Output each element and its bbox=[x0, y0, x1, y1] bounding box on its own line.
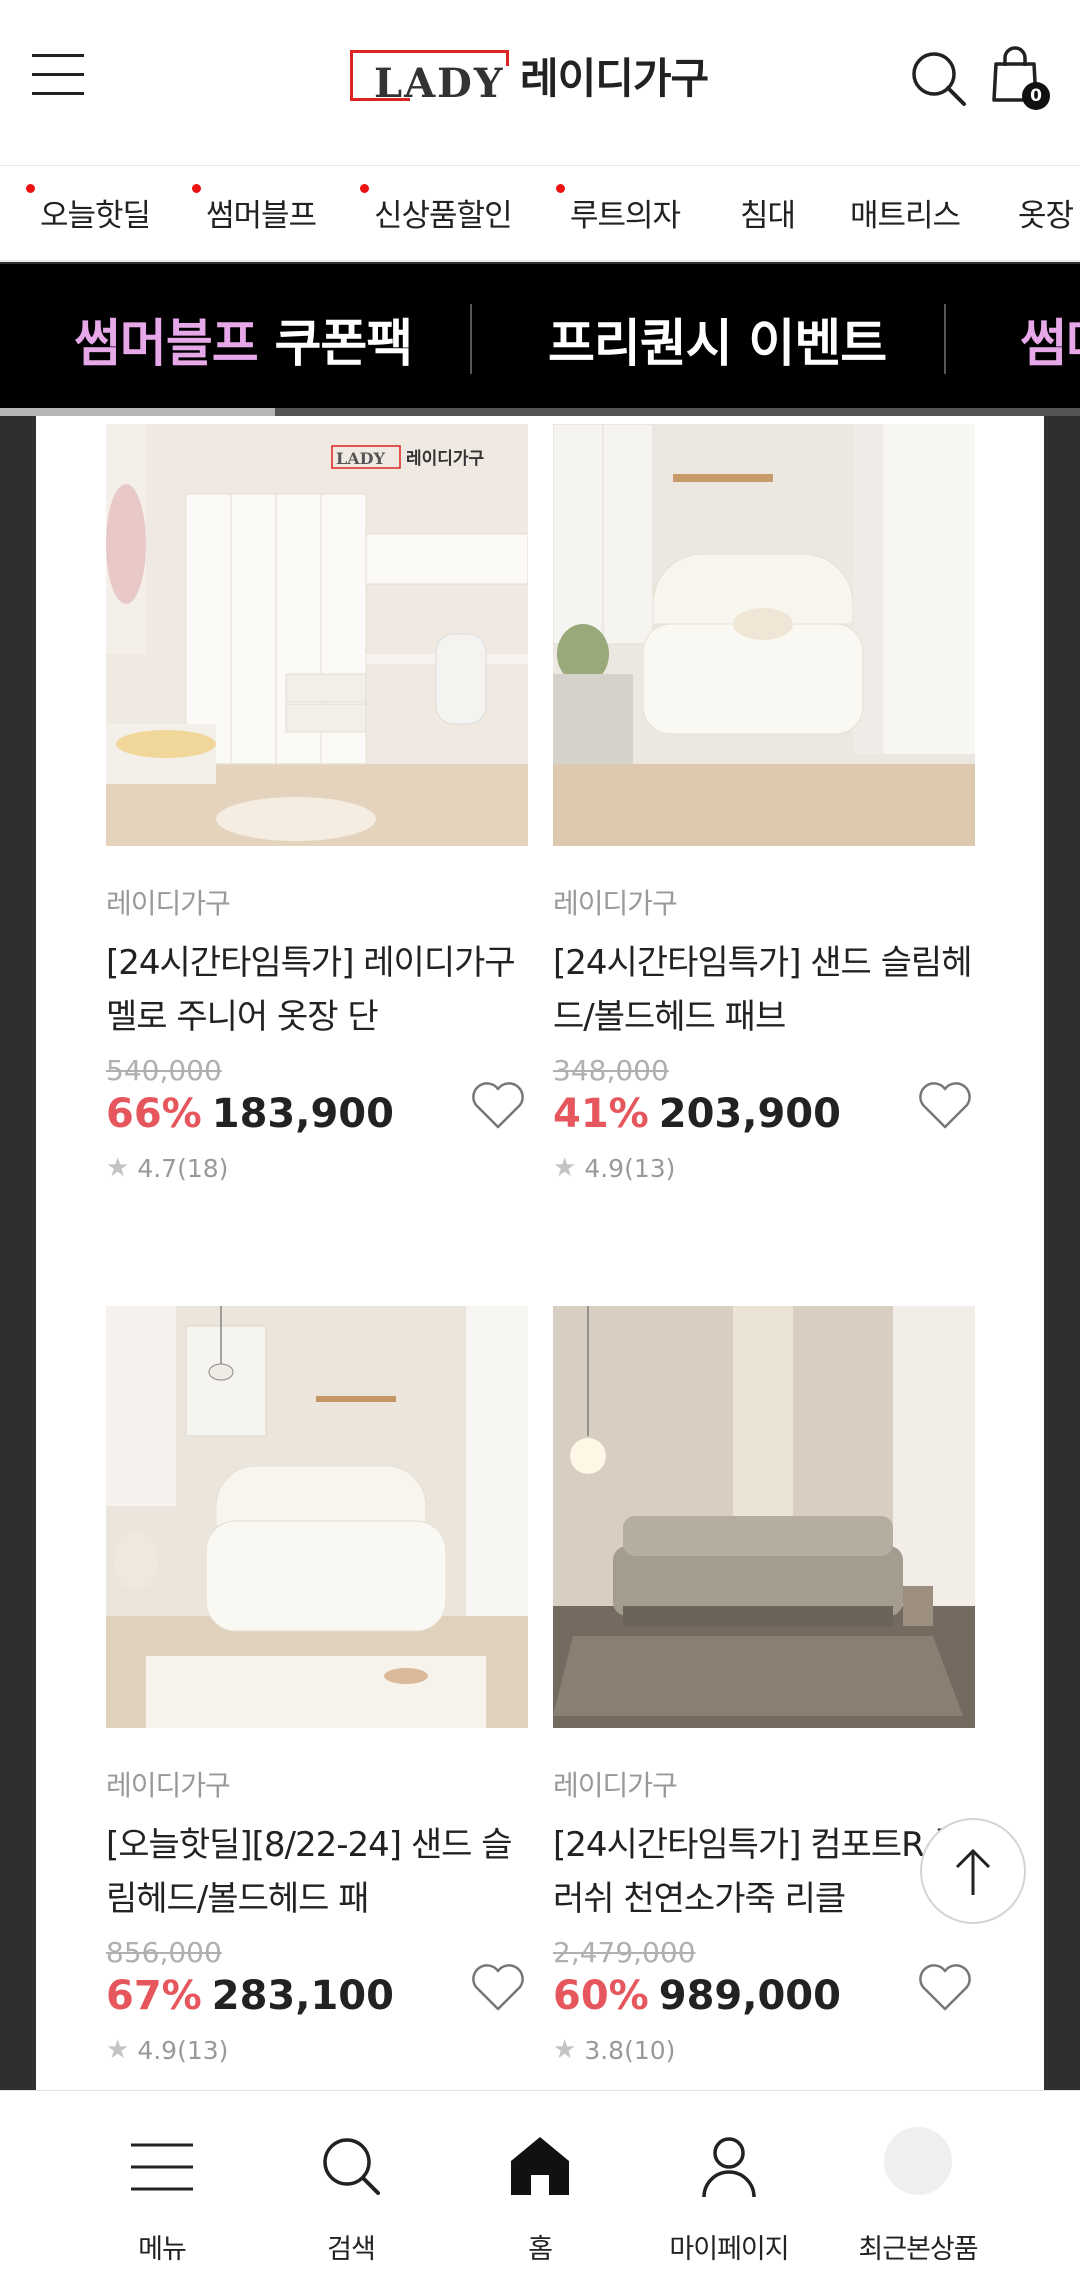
star-icon: ★ bbox=[106, 2035, 130, 2065]
product-card[interactable]: 레이디가구 [24시간타임특가] 컴포트R 플러쉬 천연소가죽 리클 2,479… bbox=[553, 1306, 975, 2065]
bottom-nav-recent[interactable]: 최근본상품 bbox=[823, 2091, 1013, 2284]
heart-icon[interactable] bbox=[915, 1077, 975, 1133]
category-mattress[interactable]: 매트리스 bbox=[850, 190, 961, 235]
bottom-nav: 메뉴 검색 홈 마이페이지 최근본상품 bbox=[0, 2090, 1080, 2284]
product-rating: ★ 3.8(10) bbox=[553, 2035, 676, 2065]
bottom-nav-home[interactable]: 홈 bbox=[445, 2091, 635, 2284]
category-bed[interactable]: 침대 bbox=[740, 190, 796, 235]
cart-count-badge: 0 bbox=[1022, 82, 1050, 110]
tab-divider bbox=[470, 304, 472, 374]
product-name[interactable]: [24시간타임특가] 레이디가구 멜로 주니어 옷장 단 bbox=[106, 936, 528, 1044]
scroll-top-button[interactable] bbox=[920, 1818, 1026, 1924]
cart-button[interactable]: 0 bbox=[990, 44, 1050, 110]
original-price: 856,000 bbox=[106, 1936, 222, 1969]
bottom-nav-label: 마이페이지 bbox=[669, 2234, 789, 2265]
price-row: 67% 283,100 bbox=[106, 1964, 528, 2029]
event-tab-bar: 썸머블프 쿠폰팩 프리퀀시 이벤트 썸머블프 bbox=[0, 264, 1080, 414]
hamburger-icon bbox=[127, 2131, 197, 2201]
logo-mark: LADY bbox=[350, 50, 509, 107]
category-nav: 오늘핫딜 썸머블프 신상품할인 루트의자 침대 매트리스 옷장 bbox=[0, 166, 1080, 262]
sale-price: 183,900 bbox=[211, 1091, 394, 1137]
product-brand: 레이디가구 bbox=[106, 887, 231, 920]
original-price: 2,479,000 bbox=[553, 1936, 696, 1969]
product-rating: ★ 4.9(13) bbox=[106, 2035, 229, 2065]
product-brand: 레이디가구 bbox=[106, 1769, 231, 1802]
event-tab-summer-bf[interactable]: 썸머블프 bbox=[1020, 302, 1080, 376]
category-summer-bf[interactable]: 썸머블프 bbox=[192, 184, 317, 235]
product-image-sofa[interactable] bbox=[553, 1306, 975, 1728]
event-tab-frequency[interactable]: 프리퀀시 이벤트 bbox=[548, 302, 887, 376]
person-icon bbox=[694, 2131, 764, 2201]
logo-english: LADY bbox=[374, 60, 505, 107]
search-icon[interactable] bbox=[910, 50, 968, 108]
bottom-nav-label: 홈 bbox=[528, 2234, 553, 2265]
sale-price: 283,100 bbox=[211, 1973, 394, 2019]
bottom-nav-label: 최근본상품 bbox=[858, 2234, 978, 2265]
heart-icon[interactable] bbox=[468, 1959, 528, 2015]
product-rating: ★ 4.7(18) bbox=[106, 1153, 229, 1183]
product-brand: 레이디가구 bbox=[553, 1769, 678, 1802]
product-image-wardrobe[interactable]: LADY 레이디가구 bbox=[106, 424, 528, 846]
sale-price: 989,000 bbox=[658, 1973, 841, 2019]
heart-icon[interactable] bbox=[915, 1959, 975, 2015]
discount-rate: 66% bbox=[106, 1091, 202, 1137]
event-scroll-indicator bbox=[0, 408, 1080, 416]
product-name[interactable]: [24시간타임특가] 샌드 슬림헤드/볼드헤드 패브 bbox=[553, 936, 975, 1044]
new-dot bbox=[360, 184, 369, 193]
hamburger-icon[interactable] bbox=[32, 54, 84, 96]
price-row: 41% 203,900 bbox=[553, 1082, 975, 1147]
event-tab-coupon-pack[interactable]: 썸머블프 쿠폰팩 bbox=[74, 302, 413, 376]
sale-price: 203,900 bbox=[658, 1091, 841, 1137]
bottom-nav-label: 검색 bbox=[327, 2234, 376, 2265]
product-rating: ★ 4.9(13) bbox=[553, 1153, 676, 1183]
category-wardrobe[interactable]: 옷장 bbox=[1018, 190, 1074, 235]
heart-icon[interactable] bbox=[468, 1077, 528, 1133]
product-name[interactable]: [오늘핫딜][8/22-24] 샌드 슬림헤드/볼드헤드 패 bbox=[106, 1818, 528, 1926]
search-icon bbox=[316, 2131, 386, 2201]
event-scroll-indicator-fill bbox=[0, 408, 276, 416]
bottom-nav-mypage[interactable]: 마이페이지 bbox=[634, 2091, 824, 2284]
category-today-deal[interactable]: 오늘핫딜 bbox=[26, 184, 151, 235]
svg-text:레이디가구: 레이디가구 bbox=[406, 449, 485, 469]
discount-rate: 67% bbox=[106, 1973, 202, 2019]
star-icon: ★ bbox=[106, 1153, 130, 1183]
bottom-nav-label: 메뉴 bbox=[138, 2234, 187, 2265]
logo-korean: 레이디가구 bbox=[520, 53, 709, 103]
new-dot bbox=[26, 184, 35, 193]
top-header: LADY 레이디가구 0 bbox=[0, 0, 1080, 166]
product-card[interactable]: 레이디가구 [24시간타임특가] 샌드 슬림헤드/볼드헤드 패브 348,000… bbox=[553, 424, 975, 1183]
product-image-bed-2[interactable] bbox=[106, 1306, 528, 1728]
original-price: 540,000 bbox=[106, 1054, 222, 1087]
product-card[interactable]: LADY 레이디가구 레이디가구 [24시간타임특가] 레이디가구 멜로 주니어… bbox=[106, 424, 528, 1183]
price-row: 60% 989,000 bbox=[553, 1964, 975, 2029]
product-name[interactable]: [24시간타임특가] 컴포트R 플러쉬 천연소가죽 리클 bbox=[553, 1818, 975, 1926]
discount-rate: 60% bbox=[553, 1973, 649, 2019]
bottom-nav-search[interactable]: 검색 bbox=[256, 2091, 446, 2284]
site-logo[interactable]: LADY 레이디가구 bbox=[350, 48, 709, 107]
tab-divider bbox=[944, 304, 946, 374]
star-icon: ★ bbox=[553, 2035, 577, 2065]
star-icon: ★ bbox=[553, 1153, 577, 1183]
product-brand: 레이디가구 bbox=[553, 887, 678, 920]
price-row: 66% 183,900 bbox=[106, 1082, 528, 1147]
home-icon bbox=[505, 2131, 575, 2201]
new-dot bbox=[556, 184, 565, 193]
arrow-up-icon bbox=[955, 1848, 991, 1895]
product-grid: LADY 레이디가구 레이디가구 [24시간타임특가] 레이디가구 멜로 주니어… bbox=[36, 416, 1044, 2090]
category-root-chair[interactable]: 루트의자 bbox=[556, 184, 681, 235]
svg-text:LADY: LADY bbox=[336, 449, 386, 468]
bottom-nav-menu[interactable]: 메뉴 bbox=[67, 2091, 257, 2284]
category-new-discount[interactable]: 신상품할인 bbox=[360, 184, 513, 235]
product-card[interactable]: 레이디가구 [오늘핫딜][8/22-24] 샌드 슬림헤드/볼드헤드 패 856… bbox=[106, 1306, 528, 2065]
product-image-bed[interactable] bbox=[553, 424, 975, 846]
discount-rate: 41% bbox=[553, 1091, 649, 1137]
original-price: 348,000 bbox=[553, 1054, 669, 1087]
recent-product-thumb bbox=[884, 2127, 952, 2195]
new-dot bbox=[192, 184, 201, 193]
